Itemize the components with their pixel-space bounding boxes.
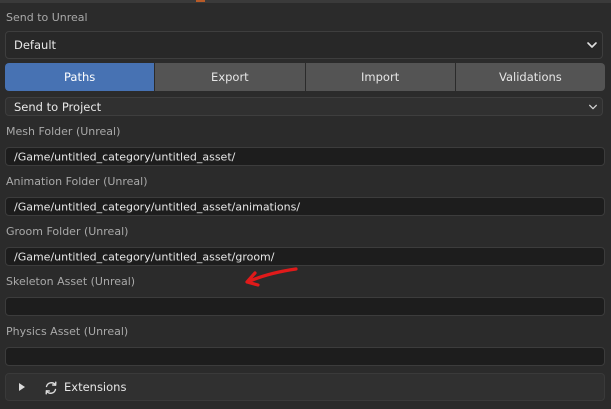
red-arrow-annotation xyxy=(245,267,298,287)
preset-dropdown[interactable]: Default xyxy=(5,31,603,59)
send-mode-value: Send to Project xyxy=(14,99,102,114)
tab-validations[interactable]: Validations xyxy=(455,63,605,91)
send-to-unreal-panel: Send to Unreal Default Paths Export Impo… xyxy=(0,0,611,409)
animation-folder-value: /Game/untitled_category/untitled_asset/a… xyxy=(14,200,301,213)
preset-value: Default xyxy=(14,38,57,52)
groom-folder-label: Groom Folder (Unreal) xyxy=(6,225,129,238)
refresh-cycle-icon xyxy=(45,381,57,395)
panel-title: Send to Unreal xyxy=(6,11,88,24)
physics-asset-field[interactable] xyxy=(5,347,605,366)
extensions-label: Extensions xyxy=(64,380,127,394)
top-strip-marker xyxy=(196,0,205,2)
expand-triangle-icon[interactable] xyxy=(19,383,25,391)
skeleton-asset-label: Skeleton Asset (Unreal) xyxy=(6,275,136,288)
chevron-down-icon xyxy=(587,42,597,48)
top-strip xyxy=(0,0,611,3)
animation-folder-label: Animation Folder (Unreal) xyxy=(6,175,148,188)
tab-import[interactable]: Import xyxy=(305,63,456,91)
physics-asset-label: Physics Asset (Unreal) xyxy=(6,325,129,338)
tab-paths[interactable]: Paths xyxy=(5,63,156,91)
send-mode-dropdown[interactable]: Send to Project xyxy=(5,97,603,116)
extensions-section[interactable]: Extensions xyxy=(5,373,605,401)
mesh-folder-field[interactable]: /Game/untitled_category/untitled_asset/ xyxy=(5,147,605,166)
groom-folder-value: /Game/untitled_category/untitled_asset/g… xyxy=(14,250,275,263)
mesh-folder-label: Mesh Folder (Unreal) xyxy=(6,125,121,138)
tab-bar: Paths Export Import Validations xyxy=(5,63,605,91)
chevron-down-icon xyxy=(589,104,597,109)
tab-export[interactable]: Export xyxy=(155,63,306,91)
skeleton-asset-field[interactable] xyxy=(5,297,605,316)
animation-folder-field[interactable]: /Game/untitled_category/untitled_asset/a… xyxy=(5,197,605,216)
mesh-folder-value: /Game/untitled_category/untitled_asset/ xyxy=(14,150,236,163)
